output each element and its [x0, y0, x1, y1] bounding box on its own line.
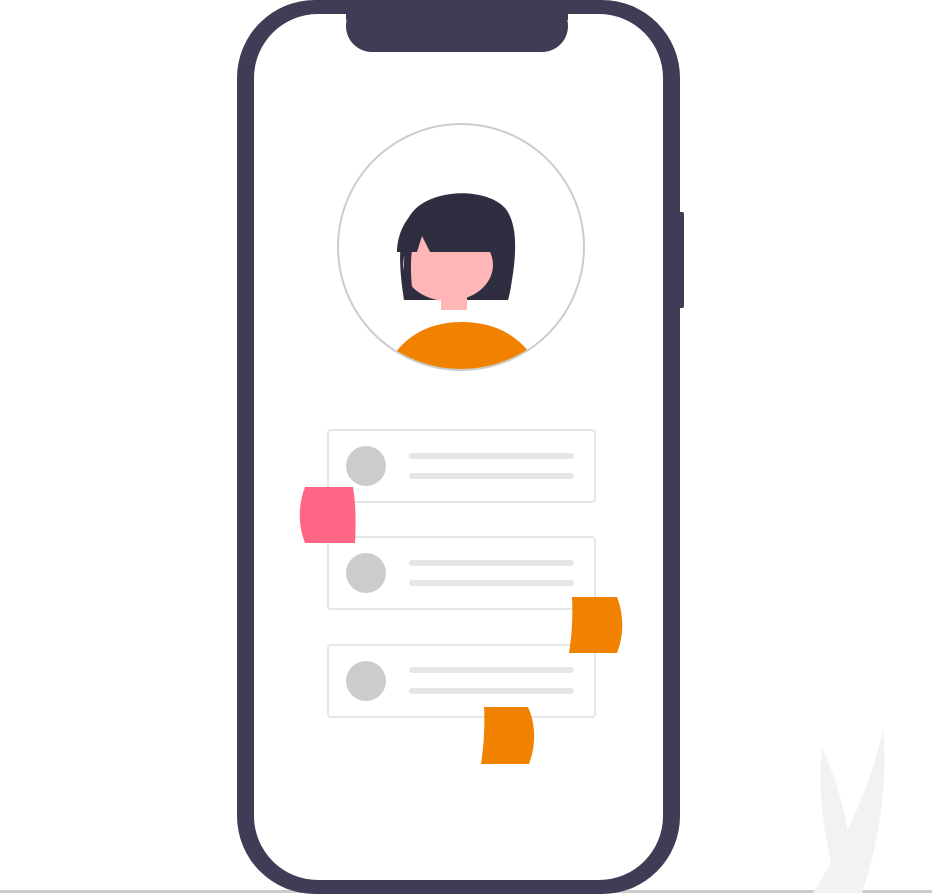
flag-tag-orange[interactable]	[481, 707, 535, 764]
list-item-avatar-placeholder	[346, 553, 386, 593]
plant-leaf-left	[820, 748, 855, 893]
list-item-line-primary	[409, 667, 574, 673]
list-item-line-primary	[409, 560, 574, 566]
phone-notch-top	[346, 0, 568, 20]
list-item-avatar-placeholder	[346, 661, 386, 701]
list-item[interactable]	[327, 536, 596, 610]
list-item-line-secondary	[409, 688, 574, 694]
list-item-line-primary	[409, 453, 574, 459]
list-item-line-secondary	[409, 473, 574, 479]
plant-decoration	[813, 730, 885, 893]
flag-tag-pink[interactable]	[299, 487, 356, 543]
profile-avatar[interactable]	[337, 123, 585, 372]
list-item[interactable]	[327, 429, 596, 503]
illustration	[0, 0, 932, 894]
list-item-line-secondary	[409, 580, 574, 586]
flag-tag-orange[interactable]	[569, 597, 623, 653]
list-item[interactable]	[327, 644, 596, 718]
list-item-avatar-placeholder	[346, 446, 386, 486]
